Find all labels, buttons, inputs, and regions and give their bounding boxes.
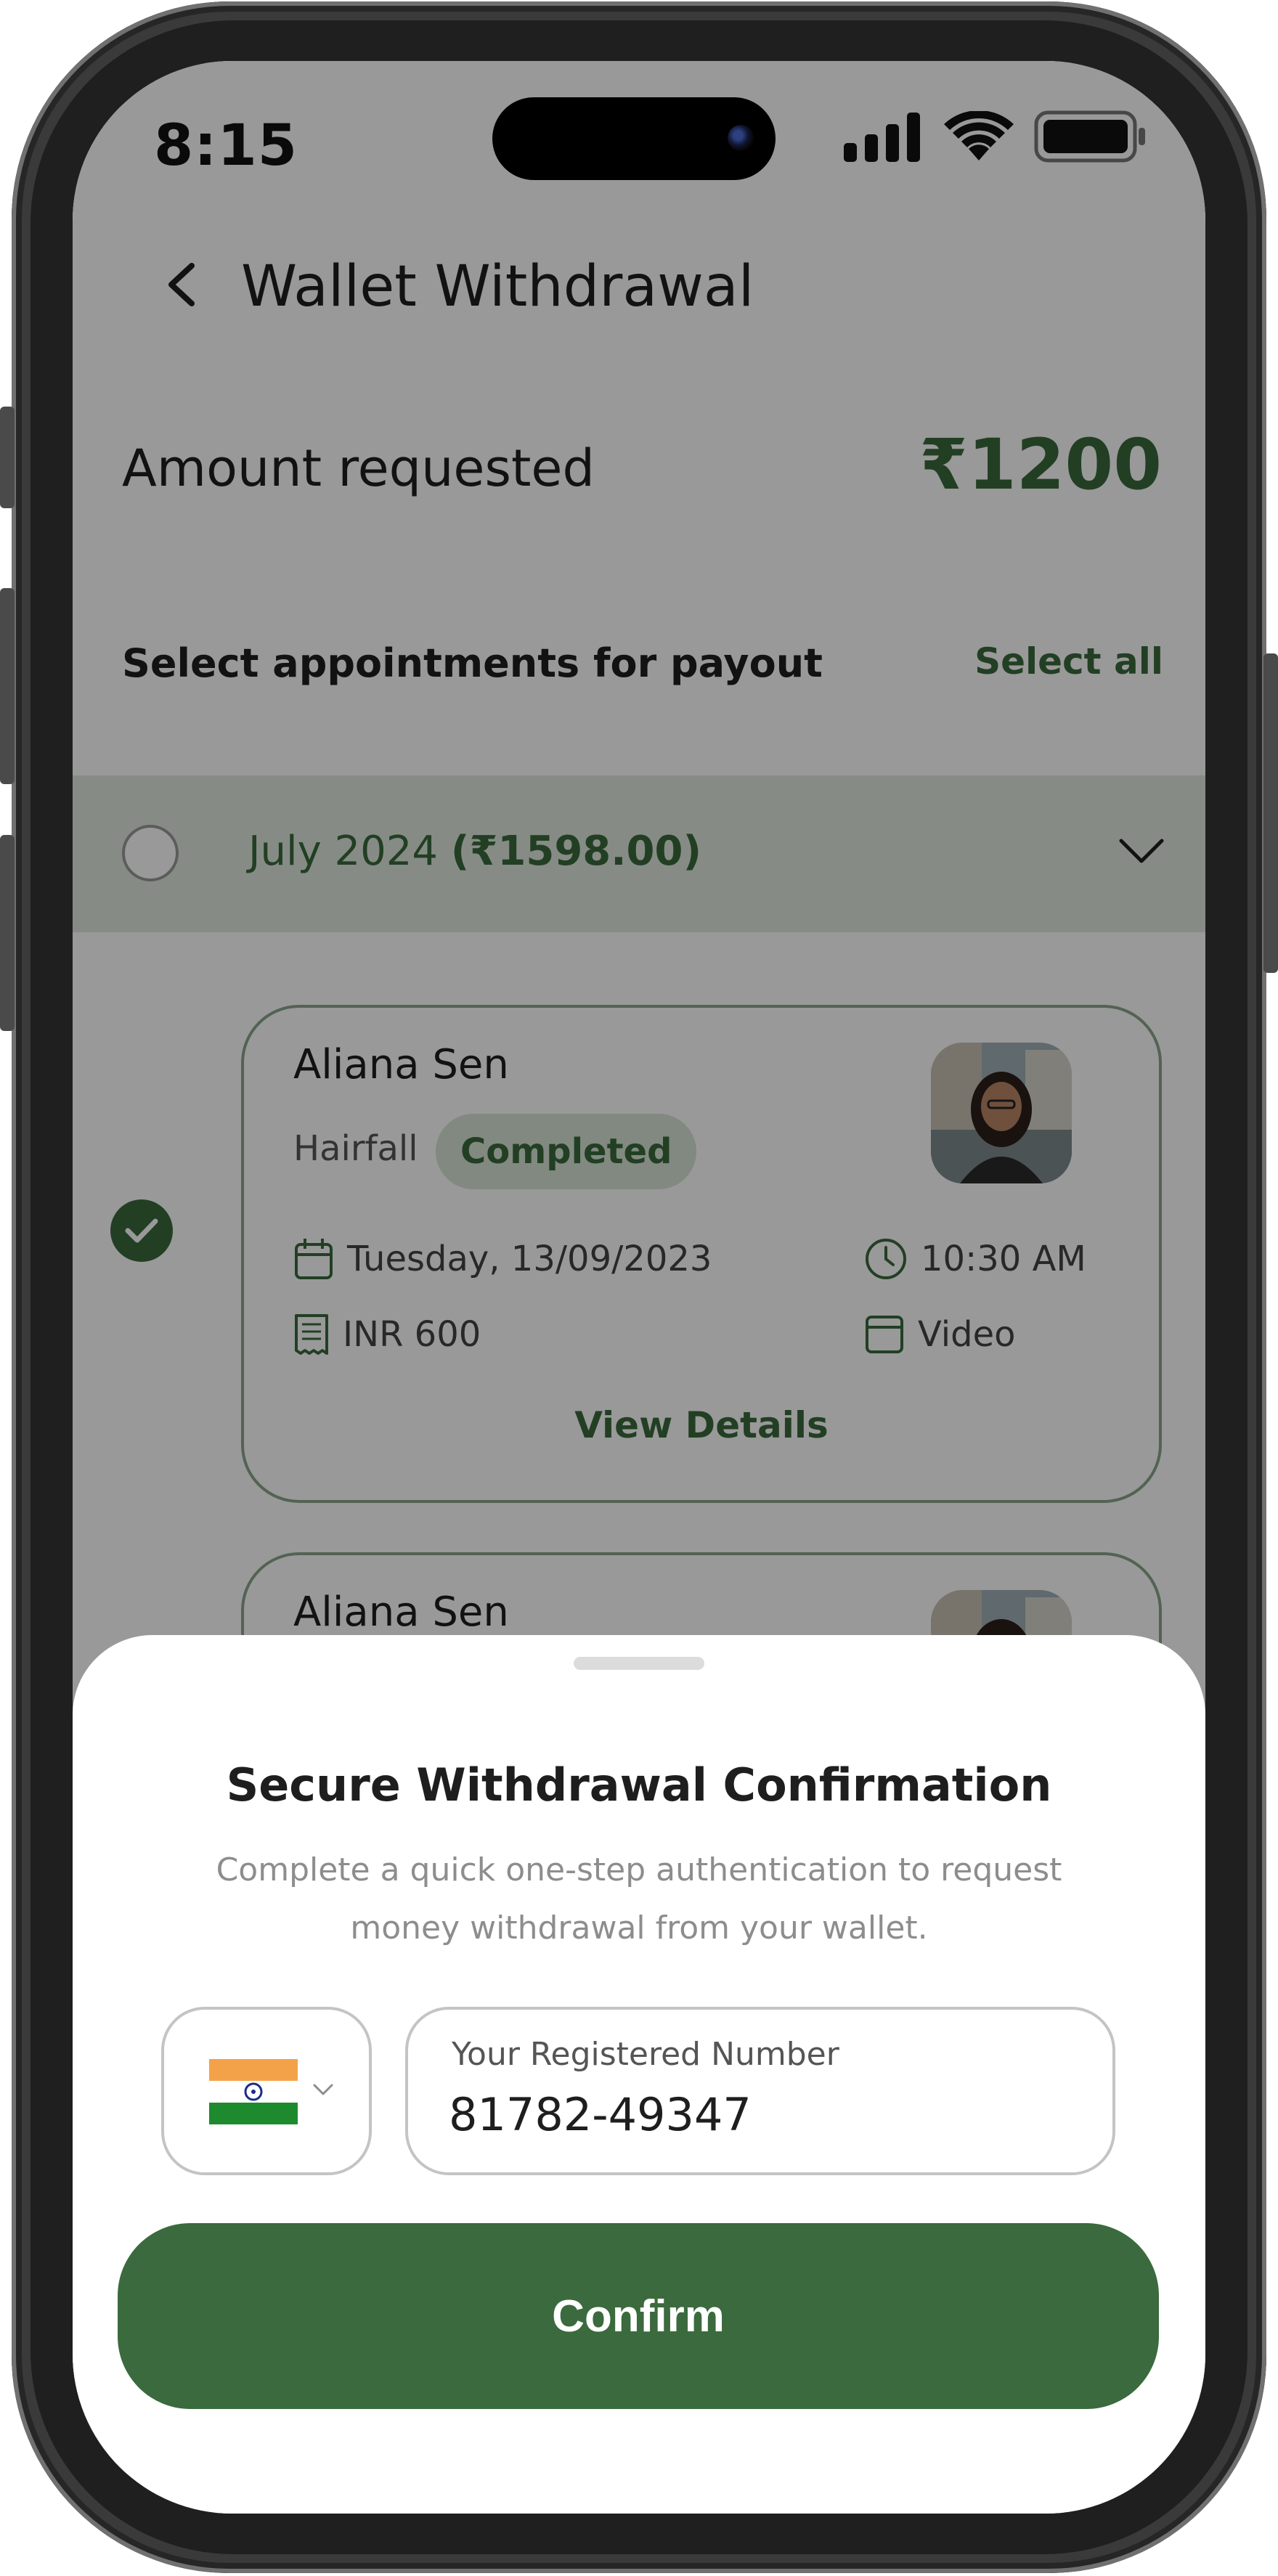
sheet-title: Secure Withdrawal Confirmation [226,1758,1052,1811]
power-button [1263,653,1278,973]
sheet-handle[interactable] [574,1657,704,1670]
action-button [0,407,15,508]
confirm-button[interactable]: Confirm [118,2223,1159,2409]
india-flag-icon [209,2059,298,2124]
volume-down-button [0,835,15,1031]
sheet-subtitle: Complete a quick one-step authentication… [216,1851,1062,1947]
withdrawal-confirmation-sheet: Secure Withdrawal Confirmation Complete … [73,1635,1205,2514]
screen: 8:15 Wallet Withdrawal Amount requested … [73,61,1205,2514]
volume-up-button [0,588,15,784]
chevron-down-icon [313,2084,333,2095]
country-code-selector[interactable] [161,2007,372,2175]
phone-number-input[interactable] [449,2088,1073,2141]
phone-number-field[interactable]: Your Registered Number [405,2007,1115,2175]
phone-field-label: Your Registered Number [452,2036,839,2073]
